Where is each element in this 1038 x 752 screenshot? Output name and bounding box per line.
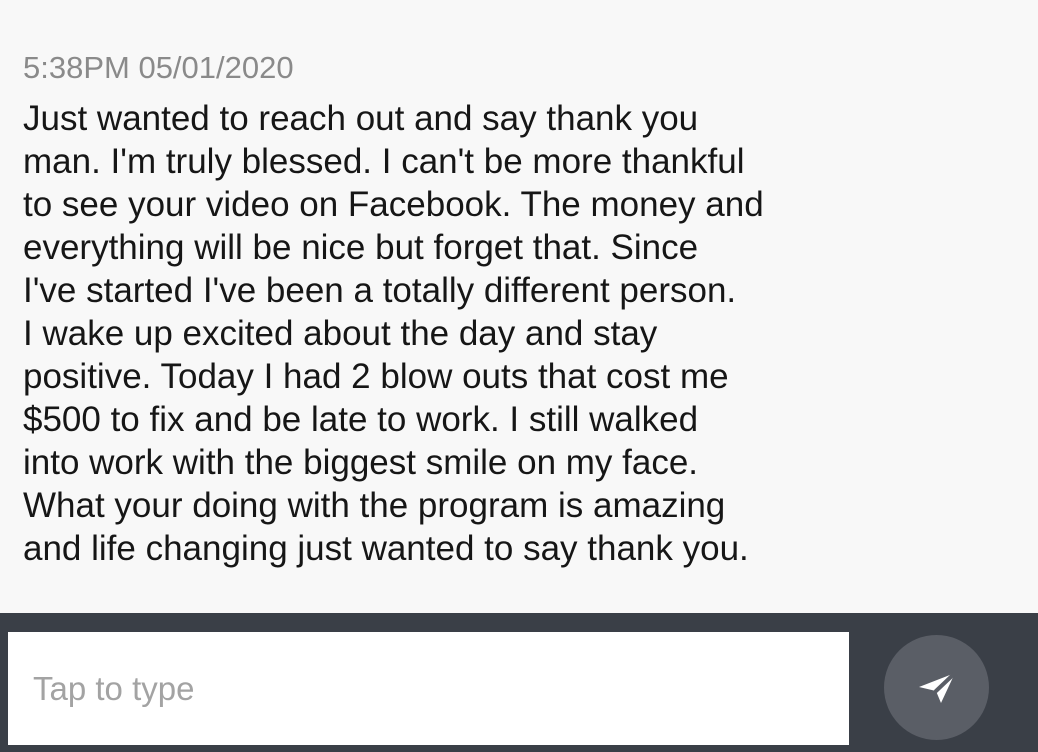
message-area: 5:38PM 05/01/2020 Just wanted to reach o… <box>0 0 1038 613</box>
send-icon <box>919 671 957 703</box>
message-line: I wake up excited about the day and stay <box>23 314 658 353</box>
message-body: Just wanted to reach out and say thank y… <box>23 97 823 570</box>
message-input[interactable] <box>8 632 849 745</box>
message-line: I've started I've been a totally differe… <box>23 271 737 310</box>
composer-bar <box>0 613 1038 752</box>
message-line: everything will be nice but forget that.… <box>23 228 699 267</box>
message-line: to see your video on Facebook. The money… <box>23 185 764 224</box>
message-line: into work with the biggest smile on my f… <box>23 443 699 482</box>
send-button[interactable] <box>884 635 989 740</box>
message-timestamp: 5:38PM 05/01/2020 <box>23 50 294 85</box>
message-line: What your doing with the program is amaz… <box>23 486 726 525</box>
message-line: and life changing just wanted to say tha… <box>23 529 749 568</box>
message-line: man. I'm truly blessed. I can't be more … <box>23 142 745 181</box>
message-line: $500 to fix and be late to work. I still… <box>23 400 699 439</box>
message-line: positive. Today I had 2 blow outs that c… <box>23 357 729 396</box>
message-line: Just wanted to reach out and say thank y… <box>23 99 699 138</box>
